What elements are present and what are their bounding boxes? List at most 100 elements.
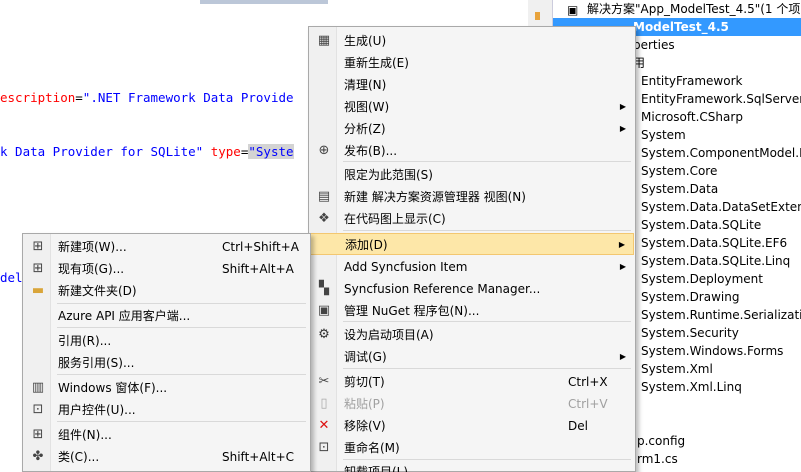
menu-item-paste[interactable]: ▯ 粘贴(P) Ctrl+V: [310, 393, 634, 415]
code-line: k Data Provider for SQLite" type="Syste: [0, 143, 294, 161]
code-token: ".NET Framework Data Provide: [82, 90, 294, 105]
tree-item-label: System.Data.DataSetExtensions: [641, 200, 801, 214]
tree-item-label: System.Data: [641, 182, 719, 196]
menu-item-label: 类(C)...: [58, 450, 100, 464]
menu-item-folder[interactable]: ▬ 新建文件夹(D): [24, 280, 309, 302]
add-submenu: ⊞ 新建项(W)... Ctrl+Shift+A ⊞ 现有项(G)... Shift+Al…: [22, 233, 311, 472]
new-view-icon: ▤: [317, 189, 331, 204]
tree-item-label: System.Core: [641, 164, 718, 178]
menu-item-label: 重命名(M): [344, 441, 400, 455]
menu-item-remove[interactable]: ✕ 移除(V) Del: [310, 415, 634, 437]
tree-item-label: EntityFramework: [641, 74, 743, 88]
menu-item-label: 新建项(W)...: [58, 240, 127, 254]
menu-item-new-item[interactable]: ⊞ 新建项(W)... Ctrl+Shift+A: [24, 236, 309, 258]
menu-item-1[interactable]: 重新生成(E): [310, 52, 634, 74]
menu-item-label: 管理 NuGet 程序包(N)...: [344, 304, 480, 318]
menu-item-label: Windows 窗体(F)...: [58, 381, 168, 395]
tree-item-label: System.Windows.Forms: [641, 344, 784, 358]
scissors-icon: ✂: [318, 374, 330, 389]
menu-item-label: 生成(U): [344, 34, 387, 48]
tree-item-label: System.Runtime.Serialization: [641, 308, 801, 322]
menu-separator: [57, 303, 306, 304]
tree-item-label: rm1.cs: [637, 452, 678, 466]
change-marker: [535, 12, 540, 20]
project-label: ModelTest_4.5: [633, 20, 729, 34]
menu-item-9[interactable]: 添加(D) ▶: [310, 233, 634, 255]
menu-item-label: 现有项(G)...: [58, 262, 125, 276]
code-map-icon: ❖: [318, 211, 330, 226]
menu-item-label: 卸载项目(L): [344, 465, 409, 472]
code-token: =: [75, 90, 83, 105]
syncfusion-icon: ▚: [319, 281, 329, 296]
menu-item-4[interactable]: 分析(Z) ▶: [310, 118, 634, 140]
tree-item-label: System.Deployment: [641, 272, 763, 286]
tree-item-label: System.Security: [641, 326, 739, 340]
menu-item-6[interactable]: 限定为此范围(S): [310, 164, 634, 186]
menu-item-code-map[interactable]: ❖ 在代码图上显示(C): [310, 208, 634, 230]
folder-icon: ▬: [31, 283, 45, 298]
tree-item-label: Microsoft.CSharp: [641, 110, 743, 124]
tree-item-label: System: [641, 128, 686, 142]
menu-item-windows-form[interactable]: ▥ Windows 窗体(F)...: [24, 377, 309, 399]
menu-item-gear[interactable]: ⚙ 设为启动项目(A): [310, 324, 634, 346]
menu-separator: [343, 161, 631, 162]
solution-node[interactable]: ▣ 解决方案"App_ModelTest_4.5"(1 个项目): [553, 0, 801, 18]
menu-item-label: Azure API 应用客户端...: [58, 309, 191, 323]
menu-item-10[interactable]: Add Syncfusion Item ▶: [310, 256, 634, 278]
menu-item-label: 调试(G): [344, 350, 387, 364]
menu-item-14[interactable]: 调试(G) ▶: [310, 346, 634, 368]
menu-item-syncfusion[interactable]: ▚ Syncfusion Reference Manager...: [310, 278, 634, 300]
class-icon: ✤: [32, 449, 44, 464]
menu-item-3[interactable]: 视图(W) ▶: [310, 96, 634, 118]
project-context-menu: ▦ 生成(U) 重新生成(E) 清理(N) 视图(W) ▶ 分析(Z) ▶ ⊕ 发布(B)... 限…: [308, 26, 636, 472]
menu-separator: [343, 459, 631, 460]
menu-item-user-control[interactable]: ⊡ 用户控件(U)...: [24, 399, 309, 421]
existing-item-icon: ⊞: [32, 261, 44, 276]
menu-item-label: 新建 解决方案资源管理器 视图(N): [344, 190, 526, 204]
code-token: escription: [0, 90, 76, 105]
menu-item-label: 添加(D): [345, 238, 388, 252]
menu-item-label: 组件(N)...: [58, 428, 112, 442]
submenu-arrow-icon: ▶: [619, 124, 626, 133]
menu-item-label: 剪切(T): [344, 375, 385, 389]
tree-item-label: p.config: [637, 434, 686, 448]
menu-item-existing-item[interactable]: ⊞ 现有项(G)... Shift+Alt+A: [24, 258, 309, 280]
menu-item-4[interactable]: 引用(R)...: [24, 330, 309, 352]
menu-item-shortcut: Ctrl+X: [568, 375, 608, 389]
code-token: k Data Provider for SQLite": [0, 144, 204, 159]
tree-item-label: EntityFramework.SqlServer: [641, 92, 801, 106]
remove-icon: ✕: [318, 418, 330, 433]
code-line: escription=".NET Framework Data Provide: [0, 89, 294, 107]
menu-item-label: 新建文件夹(D): [58, 284, 137, 298]
tree-item-label: System.ComponentModel.Dat: [641, 146, 801, 160]
menu-item-build[interactable]: ▦ 生成(U): [310, 30, 634, 52]
menu-item-shortcut: Shift+Alt+A: [222, 262, 294, 276]
menu-item-label: 移除(V): [344, 419, 386, 433]
menu-item-3[interactable]: Azure API 应用客户端...: [24, 305, 309, 327]
publish-icon: ⊕: [318, 143, 330, 158]
menu-separator: [57, 374, 306, 375]
menu-item-5[interactable]: 服务引用(S)...: [24, 352, 309, 374]
tree-item-label: System.Data.SQLite.Linq: [641, 254, 791, 268]
menu-item-label: 发布(B)...: [344, 144, 398, 158]
solution-label: 解决方案"App_ModelTest_4.5"(1 个项目): [587, 2, 801, 16]
menu-item-rename[interactable]: ⊡ 重命名(M): [310, 437, 634, 459]
menu-item-19[interactable]: 卸载项目(L): [310, 461, 634, 472]
menu-item-scissors[interactable]: ✂ 剪切(T) Ctrl+X: [310, 371, 634, 393]
menu-item-component[interactable]: ⊞ 组件(N)...: [24, 424, 309, 446]
windows-form-icon: ▥: [31, 380, 45, 395]
paste-icon: ▯: [320, 396, 328, 411]
new-item-icon: ⊞: [32, 239, 44, 254]
menu-item-new-view[interactable]: ▤ 新建 解决方案资源管理器 视图(N): [310, 186, 634, 208]
menu-item-class[interactable]: ✤ 类(C)... Shift+Alt+C: [24, 446, 309, 468]
tree-item-label: perties: [633, 38, 675, 52]
menu-item-publish[interactable]: ⊕ 发布(B)...: [310, 140, 634, 162]
tree-item-label: System.Data.SQLite.EF6: [641, 236, 788, 250]
code-line: del: [0, 269, 23, 287]
menu-item-label: 重新生成(E): [344, 56, 409, 70]
code-token: del: [0, 270, 23, 285]
submenu-arrow-icon: ▶: [619, 352, 626, 361]
menu-item-label: 视图(W): [344, 100, 390, 114]
menu-item-2[interactable]: 清理(N): [310, 74, 634, 96]
menu-item-nuget[interactable]: ▣ 管理 NuGet 程序包(N)...: [310, 300, 634, 322]
